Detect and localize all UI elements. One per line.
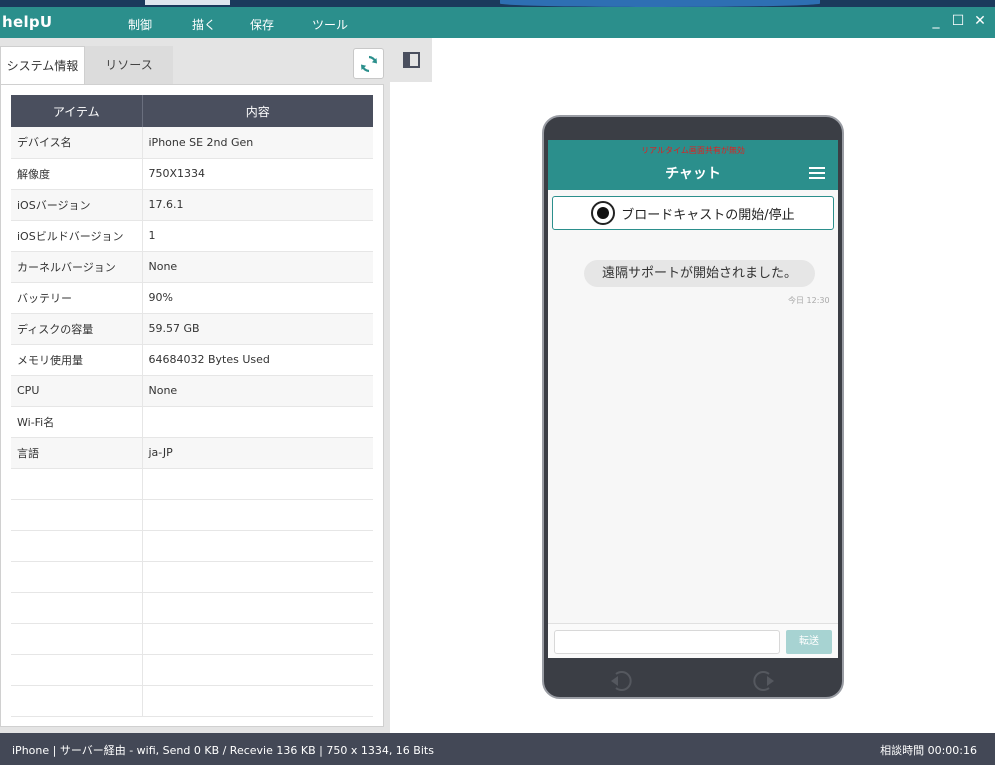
row-label: カーネルバージョン	[11, 251, 143, 283]
session-timer: 相談時間 00:00:16	[880, 744, 977, 757]
empty-row	[11, 499, 373, 531]
close-button[interactable]: ✕	[972, 13, 988, 29]
row-value: 59.57 GB	[142, 313, 373, 345]
row-value: iPhone SE 2nd Gen	[142, 127, 373, 159]
system-info-panel: システム情報 リソース アイテム 内容 デバイス名 iPhone SE 2nd G…	[0, 38, 390, 733]
refresh-button[interactable]	[353, 48, 384, 79]
info-table-card: アイテム 内容 デバイス名 iPhone SE 2nd Gen 解像度 750X13…	[0, 84, 384, 727]
table-header-row: アイテム 内容	[11, 95, 373, 127]
rotate-icon[interactable]	[749, 670, 777, 692]
tab-system-info[interactable]: システム情報	[0, 46, 85, 84]
table-row: ディスクの容量 59.57 GB	[11, 313, 373, 345]
empty-row	[11, 685, 373, 717]
empty-row	[11, 623, 373, 655]
chat-input-row: 転送	[548, 623, 838, 658]
row-value: 1	[142, 220, 373, 252]
screen-share-warning: リアルタイム画面共有が無効	[641, 146, 745, 155]
header-content: 内容	[142, 95, 373, 127]
row-value: ja-JP	[142, 437, 373, 469]
tab-resources[interactable]: リソース	[85, 46, 173, 84]
row-label: 解像度	[11, 158, 143, 190]
table-row: 解像度 750X1334	[11, 158, 373, 190]
menu-tools[interactable]: ツール	[312, 16, 348, 33]
row-value: 64684032 Bytes Used	[142, 344, 373, 376]
empty-row	[11, 561, 373, 593]
connection-status: iPhone | サーバー経由 - wifi, Send 0 KB / Rece…	[12, 744, 434, 757]
table-row: デバイス名 iPhone SE 2nd Gen	[11, 127, 373, 159]
table-row: バッテリー 90%	[11, 282, 373, 314]
row-value	[142, 406, 373, 438]
desktop-strip	[0, 0, 995, 7]
broadcast-toggle-button[interactable]: ブロードキャストの開始/停止	[552, 196, 834, 230]
header-item: アイテム	[11, 95, 143, 127]
menu-draw[interactable]: 描く	[192, 16, 216, 33]
chat-message-input[interactable]	[554, 630, 780, 654]
row-label: デバイス名	[11, 127, 143, 159]
menu-save[interactable]: 保存	[250, 16, 274, 33]
row-value: None	[142, 251, 373, 283]
maximize-button[interactable]: ☐	[950, 13, 966, 29]
row-label: Wi-Fi名	[11, 406, 143, 438]
minimize-button[interactable]: _	[928, 13, 944, 29]
refresh-icon	[360, 55, 377, 72]
row-value: 750X1334	[142, 158, 373, 190]
table-row: カーネルバージョン None	[11, 251, 373, 283]
desktop-fragment	[145, 0, 230, 5]
app-title: helpU	[2, 13, 53, 31]
record-icon	[591, 201, 616, 225]
menu-control[interactable]: 制御	[128, 16, 152, 33]
row-value: 90%	[142, 282, 373, 314]
row-value: None	[142, 375, 373, 407]
row-label: CPU	[11, 375, 143, 407]
row-label: ディスクの容量	[11, 313, 143, 345]
row-label: 言語	[11, 437, 143, 469]
row-label: iOSビルドバージョン	[11, 220, 143, 252]
empty-row	[11, 654, 373, 686]
empty-row	[11, 592, 373, 624]
empty-row	[11, 468, 373, 500]
row-value: 17.6.1	[142, 189, 373, 221]
table-row: Wi-Fi名	[11, 406, 373, 438]
system-info-table: アイテム 内容 デバイス名 iPhone SE 2nd Gen 解像度 750X13…	[11, 95, 373, 717]
phone-screen[interactable]: リアルタイム画面共有が無効 チャット ブロードキャストの開始/停止 遠隔サポート…	[548, 140, 838, 658]
message-timestamp: 今日 12:30	[788, 296, 830, 305]
status-bar: iPhone | サーバー経由 - wifi, Send 0 KB / Rece…	[0, 733, 995, 765]
phone-frame: リアルタイム画面共有が無効 チャット ブロードキャストの開始/停止 遠隔サポート…	[542, 115, 844, 699]
table-row: iOSビルドバージョン 1	[11, 220, 373, 252]
chat-header: リアルタイム画面共有が無効 チャット	[548, 140, 838, 190]
panel-collapse-button[interactable]	[390, 38, 432, 82]
row-label: メモリ使用量	[11, 344, 143, 376]
system-message-bubble: 遠隔サポートが開始されました。	[584, 260, 816, 287]
hamburger-menu-icon[interactable]	[809, 167, 825, 179]
back-icon[interactable]	[608, 670, 636, 692]
chat-title: チャット	[665, 166, 721, 182]
send-button[interactable]: 転送	[786, 630, 832, 654]
row-label: バッテリー	[11, 282, 143, 314]
panel-collapse-icon	[402, 52, 420, 68]
title-bar: helpU 制御 描く 保存 ツール _ ☐ ✕	[0, 7, 995, 38]
desktop-wallpaper-fragment	[500, 0, 820, 7]
table-row: CPU None	[11, 375, 373, 407]
table-row: メモリ使用量 64684032 Bytes Used	[11, 344, 373, 376]
table-row: 言語 ja-JP	[11, 437, 373, 469]
row-label: iOSバージョン	[11, 189, 143, 221]
table-row: iOSバージョン 17.6.1	[11, 189, 373, 221]
broadcast-label: ブロードキャストの開始/停止	[621, 207, 795, 223]
empty-row	[11, 530, 373, 562]
